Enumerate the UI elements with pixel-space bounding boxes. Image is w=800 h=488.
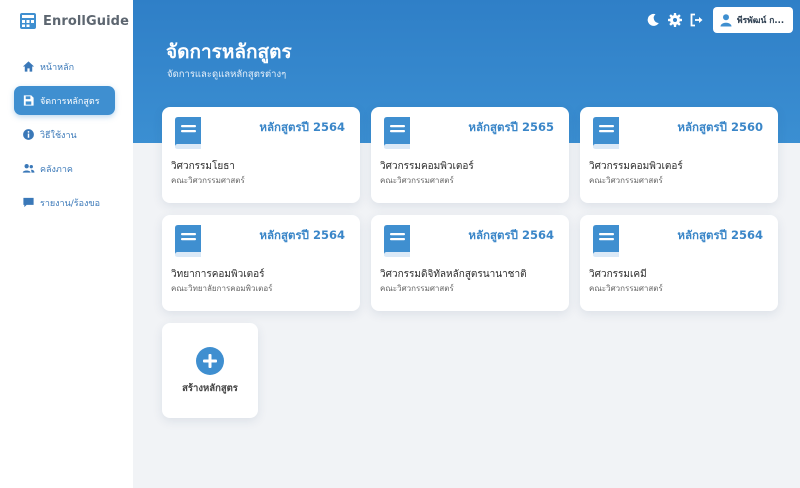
course-year: หลักสูตรปี 2564 bbox=[259, 228, 345, 242]
course-name: วิศวกรรมคอมพิวเตอร์ bbox=[380, 161, 474, 172]
user-name: พีรพัฒน์ ก... bbox=[737, 16, 785, 26]
course-card[interactable]: หลักสูตรปี 2564 วิศวกรรมเคมี คณะวิศวกรรม… bbox=[580, 215, 778, 311]
course-name: วิศวกรรมโยธา bbox=[171, 161, 235, 172]
sidebar-item-label: จัดการหลักสูตร bbox=[40, 96, 100, 107]
sidebar-item-label: รายงาน/ร้องขอ bbox=[40, 198, 100, 209]
sidebar-item-how-to[interactable]: วิธีใช้งาน bbox=[14, 120, 115, 149]
book-icon bbox=[593, 117, 619, 149]
course-faculty: คณะวิศวกรรมศาสตร์ bbox=[589, 284, 663, 293]
create-course-button[interactable]: สร้างหลักสูตร bbox=[162, 323, 258, 418]
page-title: จัดการหลักสูตร bbox=[166, 41, 292, 63]
sidebar-item-label: คลังภาค bbox=[40, 164, 73, 175]
moon-icon[interactable] bbox=[645, 12, 661, 28]
course-card[interactable]: หลักสูตรปี 2560 วิศวกรรมคอมพิวเตอร์ คณะว… bbox=[580, 107, 778, 203]
course-faculty: คณะวิศวกรรมศาสตร์ bbox=[380, 284, 454, 293]
course-name: วิศวกรรมเคมี bbox=[589, 269, 647, 280]
course-year: หลักสูตรปี 2565 bbox=[468, 120, 554, 134]
course-card[interactable]: หลักสูตรปี 2565 วิศวกรรมคอมพิวเตอร์ คณะว… bbox=[371, 107, 569, 203]
page-subtitle: จัดการและดูแลหลักสูตรต่างๆ bbox=[167, 69, 287, 80]
users-icon bbox=[22, 164, 35, 173]
course-card[interactable]: หลักสูตรปี 2564 วิศวกรรมดิจิทัลหลักสูตรน… bbox=[371, 215, 569, 311]
course-faculty: คณะวิศวกรรมศาสตร์ bbox=[171, 176, 245, 185]
save-icon bbox=[23, 95, 34, 106]
info-icon bbox=[23, 129, 34, 140]
sidebar: EnrollGuide หน้าหลัก จัดการหลักสูตร วิธี… bbox=[0, 0, 133, 488]
sidebar-item-label: วิธีใช้งาน bbox=[40, 130, 77, 141]
course-year: หลักสูตรปี 2564 bbox=[259, 120, 345, 134]
book-icon bbox=[384, 225, 410, 257]
create-course-label: สร้างหลักสูตร bbox=[182, 383, 238, 394]
sidebar-item-manage-courses[interactable]: จัดการหลักสูตร bbox=[14, 86, 115, 115]
sidebar-item-reports[interactable]: รายงาน/ร้องขอ bbox=[14, 188, 115, 217]
course-name: วิทยาการคอมพิวเตอร์ bbox=[171, 269, 265, 280]
course-card[interactable]: หลักสูตรปี 2564 วิศวกรรมโยธา คณะวิศวกรรม… bbox=[162, 107, 360, 203]
chat-icon bbox=[23, 197, 34, 208]
course-year: หลักสูตรปี 2564 bbox=[677, 228, 763, 242]
book-icon bbox=[593, 225, 619, 257]
gear-icon[interactable] bbox=[667, 12, 683, 28]
course-name: วิศวกรรมคอมพิวเตอร์ bbox=[589, 161, 683, 172]
book-icon bbox=[384, 117, 410, 149]
sidebar-item-label: หน้าหลัก bbox=[40, 62, 75, 73]
plus-icon bbox=[196, 347, 224, 375]
course-faculty: คณะวิศวกรรมศาสตร์ bbox=[589, 176, 663, 185]
course-year: หลักสูตรปี 2560 bbox=[677, 120, 763, 134]
course-year: หลักสูตรปี 2564 bbox=[468, 228, 554, 242]
course-name: วิศวกรรมดิจิทัลหลักสูตรนานาชาติ bbox=[380, 269, 527, 280]
header-actions bbox=[639, 12, 705, 28]
course-card[interactable]: หลักสูตรปี 2564 วิทยาการคอมพิวเตอร์ คณะว… bbox=[162, 215, 360, 311]
logo-icon bbox=[20, 13, 36, 29]
course-faculty: คณะวิทยาลัยการคอมพิวเตอร์ bbox=[171, 284, 273, 293]
home-icon bbox=[22, 61, 35, 72]
sidebar-nav: หน้าหลัก จัดการหลักสูตร วิธีใช้งาน คลังภ… bbox=[14, 52, 115, 222]
sidebar-item-home[interactable]: หน้าหลัก bbox=[14, 52, 115, 81]
sidebar-item-repository[interactable]: คลังภาค bbox=[14, 154, 115, 183]
brand[interactable]: EnrollGuide bbox=[19, 12, 129, 30]
book-icon bbox=[175, 117, 201, 149]
logout-icon[interactable] bbox=[689, 12, 705, 28]
user-menu-button[interactable]: พีรพัฒน์ ก... bbox=[713, 7, 793, 33]
brand-name: EnrollGuide bbox=[43, 13, 129, 29]
book-icon bbox=[175, 225, 201, 257]
user-icon bbox=[720, 14, 732, 27]
course-faculty: คณะวิศวกรรมศาสตร์ bbox=[380, 176, 454, 185]
